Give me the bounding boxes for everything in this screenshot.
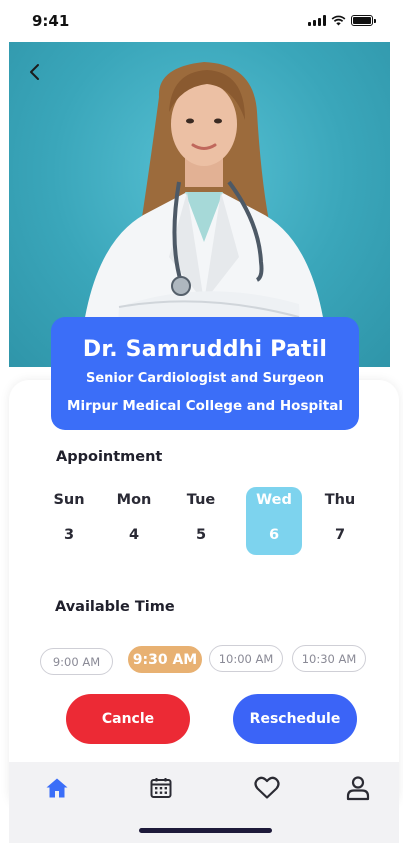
nav-favorites[interactable] [247,768,287,808]
day-name: Sun [53,492,85,508]
day-number: 5 [195,527,207,543]
home-indicator [139,828,272,833]
day-sun[interactable]: Sun 3 [41,487,97,555]
cellular-signal-icon [308,15,326,26]
day-number: 6 [268,527,280,543]
cancel-button[interactable]: Cancle [66,694,190,744]
time-slot[interactable]: 9:00 AM [40,648,113,675]
day-number: 7 [334,527,346,543]
wifi-icon [331,15,346,26]
time-slot[interactable]: 10:30 AM [292,645,366,672]
appointment-panel [9,380,399,810]
nav-home[interactable] [37,768,77,808]
status-time: 9:41 [32,12,70,30]
status-icons [308,15,376,26]
doctor-hospital: Mirpur Medical College and Hospital [67,398,343,414]
nav-profile[interactable] [338,768,378,808]
home-icon [46,778,68,798]
day-wed[interactable]: Wed 6 [246,487,302,555]
reschedule-button[interactable]: Reschedule [233,694,357,744]
time-slot[interactable]: 10:00 AM [209,645,283,672]
day-name: Wed [256,492,292,508]
battery-icon [351,15,376,26]
day-mon[interactable]: Mon 4 [106,487,162,555]
heart-icon [254,776,280,799]
day-name: Mon [116,492,152,508]
bottom-nav [9,762,399,843]
day-name: Thu [324,492,356,508]
nav-calendar[interactable] [141,768,181,808]
user-icon [346,776,370,801]
day-tue[interactable]: Tue 5 [173,487,229,555]
doctor-title: Senior Cardiologist and Surgeon [86,371,324,386]
status-bar: 9:41 [0,0,403,42]
appointment-heading: Appointment [56,449,163,465]
day-number: 4 [128,527,140,543]
day-number: 3 [63,527,75,543]
calendar-icon [150,778,172,798]
back-button[interactable] [23,60,47,84]
day-thu[interactable]: Thu 7 [312,487,368,555]
chevron-left-icon [30,64,39,80]
doctor-name: Dr. Samruddhi Patil [82,337,328,362]
doctor-info-card: Dr. Samruddhi Patil Senior Cardiologist … [51,317,359,430]
day-name: Tue [186,492,216,508]
available-time-heading: Available Time [55,599,175,615]
time-slot-selected[interactable]: 9:30 AM [128,646,202,673]
